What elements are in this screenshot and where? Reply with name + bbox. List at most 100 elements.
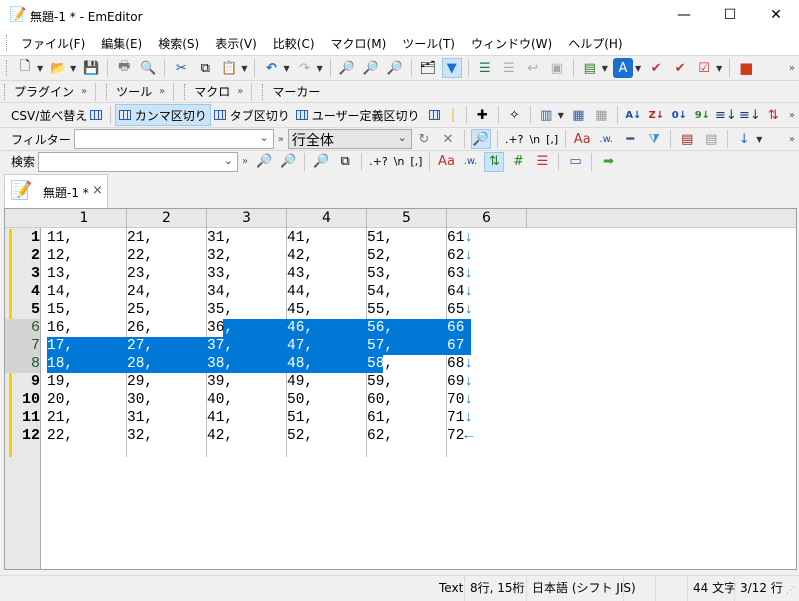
match-case-icon[interactable]: Aa — [436, 152, 456, 172]
cell[interactable]: 51, — [287, 409, 313, 427]
filter-scope-select[interactable]: 行全体 ⌄ — [287, 129, 412, 149]
chevron-down-icon[interactable]: ⌄ — [224, 154, 233, 167]
cell[interactable]: 16, — [47, 319, 73, 337]
close-button[interactable]: ✕ — [753, 0, 799, 31]
clear-icon[interactable]: ✕ — [438, 129, 458, 149]
cell[interactable]: 62↓ — [447, 247, 473, 265]
cell[interactable]: 35, — [207, 301, 233, 319]
cell[interactable]: 65↓ — [447, 301, 473, 319]
line-number[interactable]: 5 — [12, 301, 40, 319]
line-number[interactable]: 4 — [12, 283, 40, 301]
cell[interactable]: 57, — [367, 337, 393, 355]
column-header-cell[interactable]: 1 — [42, 209, 127, 228]
cell[interactable]: 66↓ — [447, 319, 473, 337]
arrow-down-icon[interactable]: ↓ — [734, 129, 754, 149]
cell[interactable]: 22, — [127, 247, 153, 265]
cell[interactable]: 19, — [47, 373, 73, 391]
cell[interactable]: 23, — [127, 265, 153, 283]
line-number[interactable]: 11 — [12, 409, 40, 427]
menu-item[interactable]: ヘルプ(H) — [560, 35, 630, 52]
cell[interactable]: 27, — [127, 337, 153, 355]
column-header-cell[interactable]: 6 — [447, 209, 527, 228]
stop-record-icon[interactable]: ■ — [736, 58, 756, 78]
column-button[interactable]: [,] — [543, 133, 561, 146]
cell[interactable]: 45, — [287, 301, 313, 319]
cell[interactable]: 42, — [287, 247, 313, 265]
cell[interactable]: 39, — [207, 373, 233, 391]
maximize-button[interactable]: ☐ — [707, 0, 753, 31]
copy-results-icon[interactable]: ⧉ — [335, 152, 355, 172]
list-check-icon[interactable]: ☰ — [532, 152, 552, 172]
filter-icon[interactable]: ▼ — [441, 58, 462, 78]
cell[interactable]: 52, — [287, 427, 313, 445]
cell[interactable]: 50, — [287, 391, 313, 409]
cell[interactable]: 72← — [447, 427, 473, 445]
escape-sequence-button[interactable]: \n — [526, 133, 543, 146]
macro-run-icon[interactable]: ✔ — [646, 58, 666, 78]
line-number[interactable]: 2 — [12, 247, 40, 265]
chevron-down-icon[interactable]: ⌄ — [260, 131, 269, 144]
cell[interactable]: 24, — [127, 283, 153, 301]
cell[interactable]: 71↓ — [447, 409, 473, 427]
cell[interactable]: 32, — [207, 247, 233, 265]
line-number[interactable]: 9 — [12, 373, 40, 391]
no-wrap-icon[interactable]: ☰ — [499, 58, 519, 78]
cell[interactable]: 33, — [207, 265, 233, 283]
more-icon[interactable]: » — [237, 86, 243, 97]
document-tab[interactable]: 📝 無題-1 * × — [4, 174, 108, 208]
menu-item[interactable]: 表示(V) — [207, 35, 265, 52]
menu-item[interactable]: 比較(C) — [265, 35, 323, 52]
match-case-icon[interactable]: Aa — [572, 129, 592, 149]
cell[interactable]: 21, — [47, 409, 73, 427]
redo-icon[interactable]: ↷ — [295, 58, 315, 78]
comma-separated-button[interactable]: カンマ区切り — [114, 104, 211, 126]
cell[interactable]: 38, — [207, 355, 233, 373]
cell[interactable]: 43, — [287, 265, 313, 283]
sort-90-icon[interactable]: 9↓ — [693, 105, 712, 125]
filter-search-icon[interactable]: 🔎 — [470, 129, 491, 149]
more-icon[interactable]: » — [789, 63, 795, 74]
cell[interactable]: 67↓ — [447, 337, 473, 355]
whole-word-icon[interactable]: .w. — [596, 129, 616, 149]
open-folder-icon[interactable]: 📂 — [48, 58, 68, 78]
cell[interactable]: 61, — [367, 409, 393, 427]
cell[interactable]: 54, — [367, 283, 393, 301]
cell[interactable]: 58, — [367, 355, 393, 373]
table-icon[interactable] — [428, 110, 440, 120]
print-icon[interactable]: 🖶 — [114, 58, 134, 78]
highlight-search-icon[interactable]: 🔎 — [311, 152, 331, 172]
cell[interactable]: 17, — [47, 337, 73, 355]
cell[interactable]: 30, — [127, 391, 153, 409]
regex-button[interactable]: .+? — [366, 155, 391, 168]
undo-icon[interactable]: ↶ — [261, 58, 281, 78]
cell[interactable]: 46, — [287, 319, 313, 337]
cell[interactable]: 63↓ — [447, 265, 473, 283]
grid-icon[interactable]: # — [508, 152, 528, 172]
cell[interactable]: 25, — [127, 301, 153, 319]
magic-wand-icon[interactable]: ✧ — [505, 105, 524, 125]
line-number[interactable]: 1 — [12, 229, 40, 247]
cell[interactable]: 41, — [287, 229, 313, 247]
line-number[interactable]: 6 — [5, 319, 40, 337]
sort-short-icon[interactable]: ≡↓ — [715, 105, 737, 125]
menu-item[interactable]: 検索(S) — [150, 35, 207, 52]
cell[interactable]: 56, — [367, 319, 393, 337]
cut-icon[interactable]: ✂ — [171, 58, 191, 78]
cell[interactable]: 15, — [47, 301, 73, 319]
print-preview-icon[interactable]: 🔍 — [138, 58, 158, 78]
line-number[interactable]: 7 — [5, 337, 40, 355]
cell[interactable]: 55, — [367, 301, 393, 319]
csv-icon[interactable] — [90, 110, 102, 120]
column-header-cell[interactable]: 4 — [287, 209, 367, 228]
cell[interactable]: 18, — [47, 355, 73, 373]
whole-word-icon[interactable]: .w. — [460, 152, 480, 172]
macro-run-multi-icon[interactable]: ✔ — [670, 58, 690, 78]
column-marker-icon[interactable] — [452, 108, 454, 122]
find-next-icon[interactable]: 🔎 — [361, 58, 381, 78]
cell[interactable]: 20, — [47, 391, 73, 409]
new-file-icon[interactable]: 🗋 — [15, 58, 35, 78]
cell[interactable]: 14, — [47, 283, 73, 301]
cell[interactable]: 21, — [127, 229, 153, 247]
menu-item[interactable]: マクロ(M) — [323, 35, 395, 52]
cell[interactable]: 26, — [127, 319, 153, 337]
